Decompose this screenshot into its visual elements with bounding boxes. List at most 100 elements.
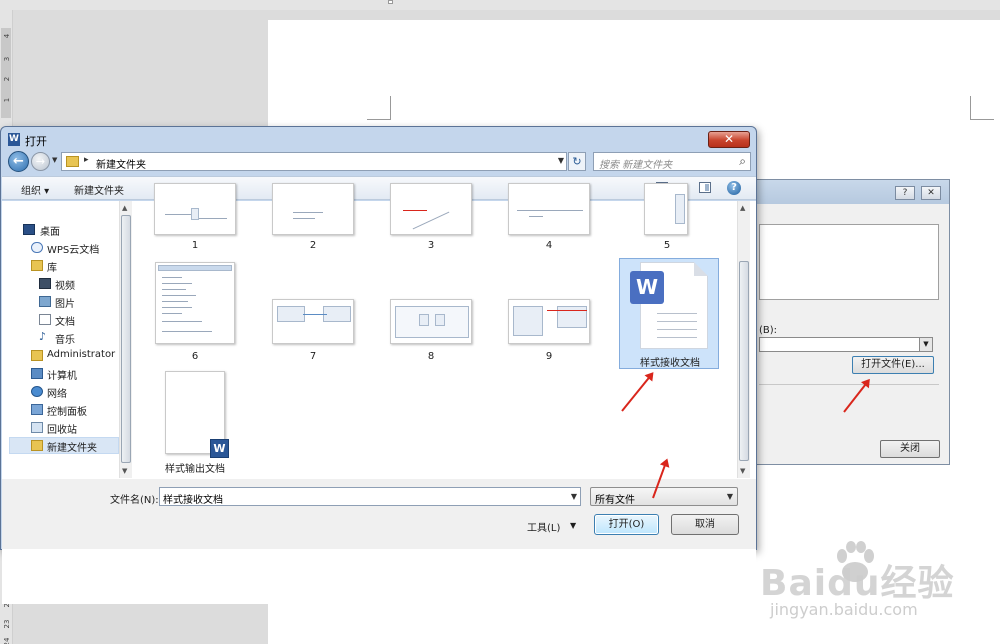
file-list: 1 2 3 4 5 6 7 8 9 W 样式接收文档 W 样式输出文档 xyxy=(133,183,737,478)
ruler-number: 4 xyxy=(3,33,11,39)
ruler-number: 3 xyxy=(3,56,11,62)
scroll-up-icon[interactable]: ▲ xyxy=(740,204,745,212)
background-dialog: ? ✕ (B): ▼ 打开文件(E)... 关闭 xyxy=(740,179,950,465)
scroll-down-icon[interactable]: ▼ xyxy=(122,467,127,475)
filename-input[interactable]: 样式接收文档 ▼ xyxy=(159,487,581,506)
network-icon xyxy=(31,386,43,397)
dialog-close-button[interactable]: ✕ xyxy=(921,186,941,200)
file-name: 样式输出文档 xyxy=(165,464,225,475)
folder-icon xyxy=(31,440,43,451)
ruler-number: 1 xyxy=(3,97,11,103)
cancel-button[interactable]: 取消 xyxy=(671,514,739,535)
nav-label: 视频 xyxy=(55,281,75,292)
nav-item-video[interactable]: 视频 xyxy=(9,275,119,292)
help-icon[interactable]: ? xyxy=(727,181,741,195)
dialog-footer: 文件名(N): 样式接收文档 ▼ 所有文件 ▼ 工具(L) ▼ 打开(O) 取消 xyxy=(2,479,756,549)
file-name: 4 xyxy=(545,240,553,251)
nav-item-control-panel[interactable]: 控制面板 xyxy=(9,401,119,418)
cloud-icon xyxy=(31,242,43,253)
nav-label: 音乐 xyxy=(55,335,75,346)
open-button[interactable]: 打开(O) xyxy=(594,514,659,535)
nav-item-recycle-bin[interactable]: 回收站 xyxy=(9,419,119,436)
nav-item-new-folder[interactable]: 新建文件夹 xyxy=(9,437,119,454)
filename-value[interactable]: 样式接收文档 xyxy=(163,491,223,506)
background-list-box[interactable] xyxy=(759,224,939,300)
file-list-scrollbar[interactable]: ▲ ▼ xyxy=(737,201,750,478)
filename-label: 文件名(N): xyxy=(110,495,159,506)
scrollbar-thumb[interactable] xyxy=(121,215,131,463)
file-thumbnail xyxy=(644,183,688,235)
new-folder-button[interactable]: 新建文件夹 xyxy=(74,182,124,197)
help-button[interactable]: ? xyxy=(895,186,915,200)
nav-item-music[interactable]: ♪ 音乐 xyxy=(9,329,119,346)
nav-item-pictures[interactable]: 图片 xyxy=(9,293,119,310)
close-window-button[interactable]: ✕ xyxy=(708,131,750,148)
nav-label: 新建文件夹 xyxy=(47,443,97,454)
top-ruler xyxy=(0,0,1000,10)
dialog-title: 打开 xyxy=(25,135,47,148)
tools-dropdown-icon[interactable]: ▼ xyxy=(570,521,576,530)
nav-item-library[interactable]: 库 xyxy=(9,257,119,274)
navigation-scrollbar[interactable]: ▲ ▼ xyxy=(119,201,132,478)
file-thumbnail xyxy=(508,183,590,235)
chevron-down-icon[interactable]: ▼ xyxy=(727,492,733,501)
file-name: 6 xyxy=(191,351,199,362)
preview-pane-icon[interactable] xyxy=(699,182,711,193)
search-input[interactable]: 搜索 新建文件夹 ⌕ xyxy=(593,152,751,171)
nav-item-network[interactable]: 网络 xyxy=(9,383,119,400)
address-bar[interactable]: ▸ 新建文件夹 ▼ xyxy=(61,152,567,171)
file-name: 8 xyxy=(427,351,435,362)
refresh-button[interactable]: ↻ xyxy=(568,152,586,171)
chevron-down-icon[interactable]: ▼ xyxy=(919,338,932,351)
filetype-value: 所有文件 xyxy=(595,495,635,506)
nav-label: Administrator xyxy=(47,349,116,360)
watermark-url: jingyan.baidu.com xyxy=(770,600,918,619)
wps-writer-icon: W xyxy=(630,271,664,304)
file-thumbnail xyxy=(272,183,354,235)
search-icon[interactable]: ⌕ xyxy=(739,154,746,169)
file-thumbnail xyxy=(155,262,235,344)
breadcrumb-folder[interactable]: 新建文件夹 xyxy=(96,156,146,171)
ruler-number: 24 xyxy=(3,637,11,644)
nav-label: 网络 xyxy=(47,389,67,400)
baidu-watermark: Baidu经验 jingyan.baidu.com xyxy=(760,540,990,630)
file-thumbnail xyxy=(390,299,472,344)
file-name: 2 xyxy=(309,240,317,251)
divider xyxy=(759,384,939,385)
breadcrumb-chevron-icon[interactable]: ▸ xyxy=(84,155,89,165)
background-dialog-body: (B): ▼ 打开文件(E)... 关闭 xyxy=(741,204,949,464)
history-dropdown-icon[interactable]: ▼ xyxy=(52,156,57,164)
file-item-selected[interactable]: W 样式接收文档 xyxy=(619,258,719,369)
nav-item-wps-cloud[interactable]: WPS云文档 xyxy=(9,239,119,256)
scrollbar-thumb[interactable] xyxy=(739,261,749,461)
music-icon: ♪ xyxy=(39,330,47,343)
open-file-button[interactable]: 打开文件(E)... xyxy=(852,356,934,374)
nav-item-computer[interactable]: 计算机 xyxy=(9,365,119,382)
filetype-select[interactable]: 所有文件 ▼ xyxy=(590,487,738,506)
navigation-pane: 桌面 WPS云文档 库 视频 图片 文档 ♪ 音乐 Administrator … xyxy=(9,201,119,478)
forward-button[interactable]: → xyxy=(31,152,50,171)
computer-icon xyxy=(31,368,43,379)
scroll-up-icon[interactable]: ▲ xyxy=(122,204,127,212)
close-button[interactable]: 关闭 xyxy=(880,440,940,458)
file-thumbnail xyxy=(390,183,472,235)
nav-item-administrator[interactable]: Administrator xyxy=(9,347,119,364)
search-placeholder: 搜索 新建文件夹 xyxy=(599,160,673,171)
page-corner-mark xyxy=(367,96,391,120)
nav-label: WPS云文档 xyxy=(47,245,100,256)
watermark-brand: Baidu经验 xyxy=(760,563,955,604)
address-row: ← → ▼ ▸ 新建文件夹 ▼ ↻ 搜索 新建文件夹 ⌕ xyxy=(1,150,756,174)
back-button[interactable]: ← xyxy=(8,151,29,172)
nav-item-documents[interactable]: 文档 xyxy=(9,311,119,328)
organize-menu[interactable]: 组织 ▾ xyxy=(21,182,49,197)
page-corner-mark xyxy=(970,96,994,120)
open-dialog: W 打开 ✕ ← → ▼ ▸ 新建文件夹 ▼ ↻ 搜索 新建文件夹 ⌕ 组织 ▾… xyxy=(0,126,757,604)
tools-menu[interactable]: 工具(L) xyxy=(527,519,560,534)
nav-item-desktop[interactable]: 桌面 xyxy=(9,221,119,238)
nav-label: 库 xyxy=(47,263,57,274)
scroll-down-icon[interactable]: ▼ xyxy=(740,467,745,475)
chevron-down-icon[interactable]: ▼ xyxy=(571,492,577,501)
chevron-down-icon[interactable]: ▼ xyxy=(558,156,564,165)
ruler-indent-marker[interactable] xyxy=(388,0,393,4)
background-combo[interactable]: ▼ xyxy=(759,337,933,352)
